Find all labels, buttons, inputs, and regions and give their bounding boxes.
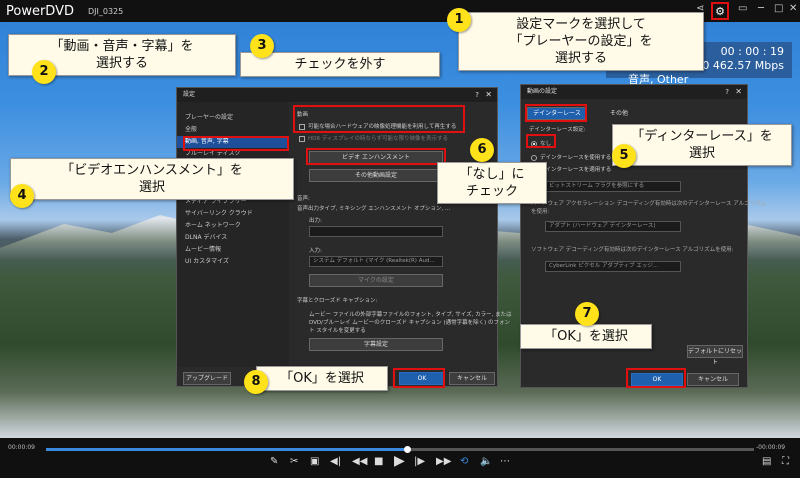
fast-forward-icon[interactable]: ▶▶ bbox=[436, 456, 451, 467]
highlight-hw-check bbox=[293, 105, 465, 133]
repeat-icon[interactable]: ⟲ bbox=[460, 456, 468, 467]
play-icon[interactable]: ▶ bbox=[394, 453, 405, 469]
stop-icon[interactable]: ■ bbox=[374, 456, 383, 467]
hw-algorithm-select[interactable]: アダプト (ハードウェア デインターレース) bbox=[545, 221, 681, 232]
highlight-enhancement bbox=[306, 148, 446, 165]
prev-chapter-icon[interactable]: ◀| bbox=[330, 456, 341, 467]
cut-icon[interactable]: ✂ bbox=[290, 456, 298, 467]
sidebar-item-home-network[interactable]: ホーム ネットワーク bbox=[177, 220, 289, 232]
bitstream-select[interactable]: ビットストリーム フラグを参照にする bbox=[545, 181, 681, 192]
audio-desc: 音声出力タイプ, ミキシング エンハンスメント オプション, ... bbox=[297, 206, 451, 212]
radio-use[interactable]: デインターレースを使用する bbox=[531, 153, 611, 161]
seek-bar-fill bbox=[46, 448, 408, 451]
hw-desc-1: ハードウェア アクセラレーション デコーディング有効時は次のデインターレース ア… bbox=[531, 201, 767, 207]
subtitle-desc-2: DVD/ブルーレイ ムービーのクローズド キャプション (通常字幕を除く) のフ… bbox=[309, 320, 511, 326]
highlight-video-ok bbox=[626, 368, 686, 388]
highlight-none-radio bbox=[526, 134, 556, 148]
help-icon[interactable]: ? bbox=[475, 88, 479, 102]
input-select[interactable]: システム デフォルト (マイク (Realtek(R) Aud... bbox=[309, 256, 443, 267]
sidebar-item-cyberlink-cloud[interactable]: サイバーリンク クラウド bbox=[177, 208, 289, 220]
other-video-settings-button[interactable]: その他動画設定 bbox=[309, 169, 443, 182]
more-icon[interactable]: ⋯ bbox=[500, 456, 510, 467]
playlist-icon[interactable]: ▤ bbox=[762, 456, 771, 467]
step-badge-5: 5 bbox=[612, 144, 636, 168]
radio-apply-label: デインターレースを適用する bbox=[540, 167, 612, 173]
file-name: DJI_0325 bbox=[88, 6, 124, 16]
sidebar-item-ui-customize[interactable]: UI カスタマイズ bbox=[177, 256, 289, 268]
callout-6: 「なし」に チェック bbox=[437, 162, 547, 204]
sidebar-item-dlna[interactable]: DLNA デバイス bbox=[177, 232, 289, 244]
sidebar-item-player[interactable]: プレーヤーの設定 bbox=[177, 112, 289, 124]
callout-3: チェックを外す bbox=[240, 52, 440, 77]
reset-default-button[interactable]: デフォルトにリセット bbox=[687, 345, 743, 366]
hdr-label: HDR ディスプレイの時ならず可能な限り映像を表示する bbox=[308, 136, 448, 142]
radio-use-label: デインターレースを使用する bbox=[540, 155, 612, 161]
video-help-icon[interactable]: ? bbox=[725, 85, 729, 99]
video-settings-title-text: 動画の設定 bbox=[527, 88, 558, 95]
dialog-close-icon[interactable]: ✕ bbox=[485, 88, 492, 102]
highlight-deint-tab bbox=[525, 104, 587, 122]
step-badge-7: 7 bbox=[575, 302, 599, 326]
sw-algorithm-select[interactable]: CyberLink ピクセル アダプティブ エッジ... bbox=[545, 261, 681, 272]
step-badge-4: 4 bbox=[10, 184, 34, 208]
callout-5: 「ディンターレース」を 選択 bbox=[612, 124, 792, 166]
next-chapter-icon[interactable]: |▶ bbox=[414, 456, 425, 467]
callout-1: 設定マークを選択して 「プレーヤーの設定」を 選択する bbox=[458, 12, 704, 71]
hw-desc-2: を使用: bbox=[531, 209, 550, 215]
sidebar-item-general[interactable]: 全般 bbox=[177, 124, 289, 136]
upgrade-button[interactable]: アップグレード bbox=[183, 372, 231, 385]
step-badge-1: 1 bbox=[447, 8, 471, 32]
video-cancel-button[interactable]: キャンセル bbox=[687, 373, 739, 386]
subtitle-desc-3: ト スタイルを変更する bbox=[309, 328, 366, 334]
minimize-icon[interactable]: ─ bbox=[758, 3, 764, 14]
input-label: 入力: bbox=[309, 248, 322, 254]
output-label: 出力: bbox=[309, 218, 322, 224]
time-remaining: -00:00:09 bbox=[756, 444, 786, 451]
seek-bar[interactable] bbox=[46, 448, 754, 451]
rewind-icon[interactable]: ◀◀ bbox=[352, 456, 367, 467]
powerdvd-window: PowerDVD DJI_0325 ⋖ ⚙ ▭ ─ □ ✕ 00 : 00 : … bbox=[0, 0, 800, 478]
step-badge-6: 6 bbox=[470, 138, 494, 162]
callout-7: 「OK」を選択 bbox=[520, 324, 652, 349]
fullscreen-icon[interactable]: ⛶ bbox=[782, 456, 789, 467]
step-badge-3: 3 bbox=[250, 34, 274, 58]
callout-8: 「OK」を選択 bbox=[256, 366, 388, 391]
video-settings-title: 動画の設定 ? ✕ bbox=[521, 85, 747, 99]
pin-icon[interactable]: ✎ bbox=[270, 456, 278, 467]
volume-icon[interactable]: 🔈 bbox=[480, 456, 492, 467]
time-elapsed: 00:00:09 bbox=[8, 444, 35, 451]
settings-dialog-title: 設定 ? ✕ bbox=[177, 88, 497, 102]
mic-settings-button[interactable]: マイクの設定 bbox=[309, 274, 443, 287]
callout-4: 「ビデオエンハンスメント」を 選択 bbox=[10, 158, 294, 200]
subtitle-desc-1: ムービー ファイルの外部字幕ファイルのフォント, タイプ, サイズ, カラー, … bbox=[309, 312, 512, 318]
highlight-video-audio bbox=[183, 136, 289, 151]
tab-other[interactable]: その他 bbox=[589, 107, 649, 120]
gear-icon[interactable]: ⚙ bbox=[711, 2, 729, 20]
subtitle-settings-button[interactable]: 字幕設定 bbox=[309, 338, 443, 351]
toolbox-icon[interactable]: ▣ bbox=[310, 456, 319, 467]
app-title: PowerDVD bbox=[6, 3, 74, 19]
deinterlace-label: デインターレース設定: bbox=[529, 127, 586, 133]
close-icon[interactable]: ✕ bbox=[789, 3, 797, 14]
step-badge-8: 8 bbox=[244, 370, 268, 394]
output-select[interactable] bbox=[309, 226, 443, 237]
restore-icon[interactable]: ▭ bbox=[738, 3, 747, 14]
maximize-icon[interactable]: □ bbox=[774, 3, 783, 14]
audio-header: 音声: bbox=[297, 196, 310, 202]
hdr-checkbox[interactable]: HDR ディスプレイの時ならず可能な限り映像を表示する bbox=[299, 134, 448, 142]
dialog-title-text: 設定 bbox=[183, 91, 196, 98]
subtitle-header: 字幕とクローズド キャプション: bbox=[297, 298, 378, 304]
sw-desc: ソフトウェア デコーディング有効時は次のデインターレース アルゴリズムを使用: bbox=[531, 247, 734, 253]
highlight-settings-ok bbox=[393, 368, 445, 388]
step-badge-2: 2 bbox=[32, 60, 56, 84]
settings-cancel-button[interactable]: キャンセル bbox=[449, 372, 495, 385]
sidebar-item-movie-info[interactable]: ムービー情報 bbox=[177, 244, 289, 256]
video-close-icon[interactable]: ✕ bbox=[735, 85, 742, 99]
